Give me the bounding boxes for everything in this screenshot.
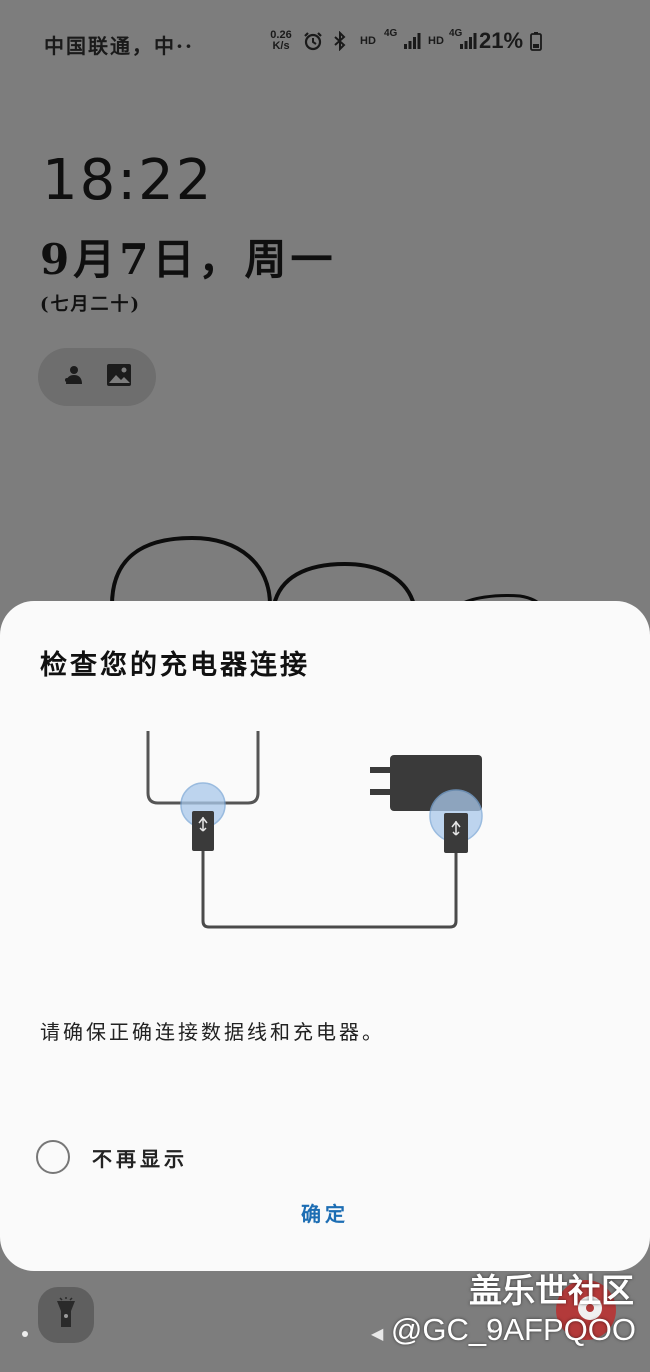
bluetooth-icon xyxy=(330,30,350,52)
dont-show-again-label[interactable]: 不再显示 xyxy=(92,1143,188,1172)
charger-check-dialog: 检查您的充电器连接 请确保正确连接数据线和充电器。 不再显示 确定 xyxy=(0,601,650,1271)
dont-show-again-option[interactable]: 不再显示 xyxy=(36,1139,188,1175)
hd-voice-label-1: HD xyxy=(360,35,376,47)
signal-icon xyxy=(458,30,478,52)
network-speed-unit: K/s xyxy=(272,40,290,52)
clock-time: 18:22 xyxy=(42,148,214,213)
status-bar: 中国联通，中·· 0.26 K/s HD 4G HD 4G 21% xyxy=(0,0,650,80)
charger-connection-illustration xyxy=(146,731,483,929)
flashlight-icon xyxy=(55,1297,77,1333)
battery-icon xyxy=(528,30,544,52)
watermark-user: @GC_9AFPQOO xyxy=(390,1312,636,1347)
battery-percentage: 21% xyxy=(479,28,524,53)
ok-button[interactable]: 确定 xyxy=(275,1193,375,1231)
charger-icon xyxy=(370,755,483,853)
gallery-icon[interactable] xyxy=(105,362,133,392)
dont-show-again-checkbox[interactable] xyxy=(36,1140,70,1174)
back-icon[interactable]: ◀ xyxy=(371,1324,383,1343)
signal-icon xyxy=(402,30,422,52)
dialog-title: 检查您的充电器连接 xyxy=(40,650,310,681)
network-speed: 0.26 K/s xyxy=(266,30,296,52)
flashlight-shortcut[interactable] xyxy=(38,1287,94,1343)
page-indicator-dot xyxy=(22,1331,28,1337)
hd-voice-label-2: HD xyxy=(428,35,444,47)
alarm-icon xyxy=(302,30,324,52)
lockscreen-widget[interactable] xyxy=(38,348,156,406)
network-type-label-1: 4G xyxy=(384,28,398,39)
lunar-date: (七月二十) xyxy=(40,294,142,315)
bixby-icon[interactable] xyxy=(61,362,87,392)
carrier-name: 中国联通，中·· xyxy=(44,34,194,58)
dialog-message: 请确保正确连接数据线和充电器。 xyxy=(40,1020,385,1044)
watermark-site: 盖乐世社区 xyxy=(469,1271,634,1310)
clock-date: 9月7日，周一 xyxy=(40,235,337,284)
usb-plug-icon xyxy=(180,782,226,851)
